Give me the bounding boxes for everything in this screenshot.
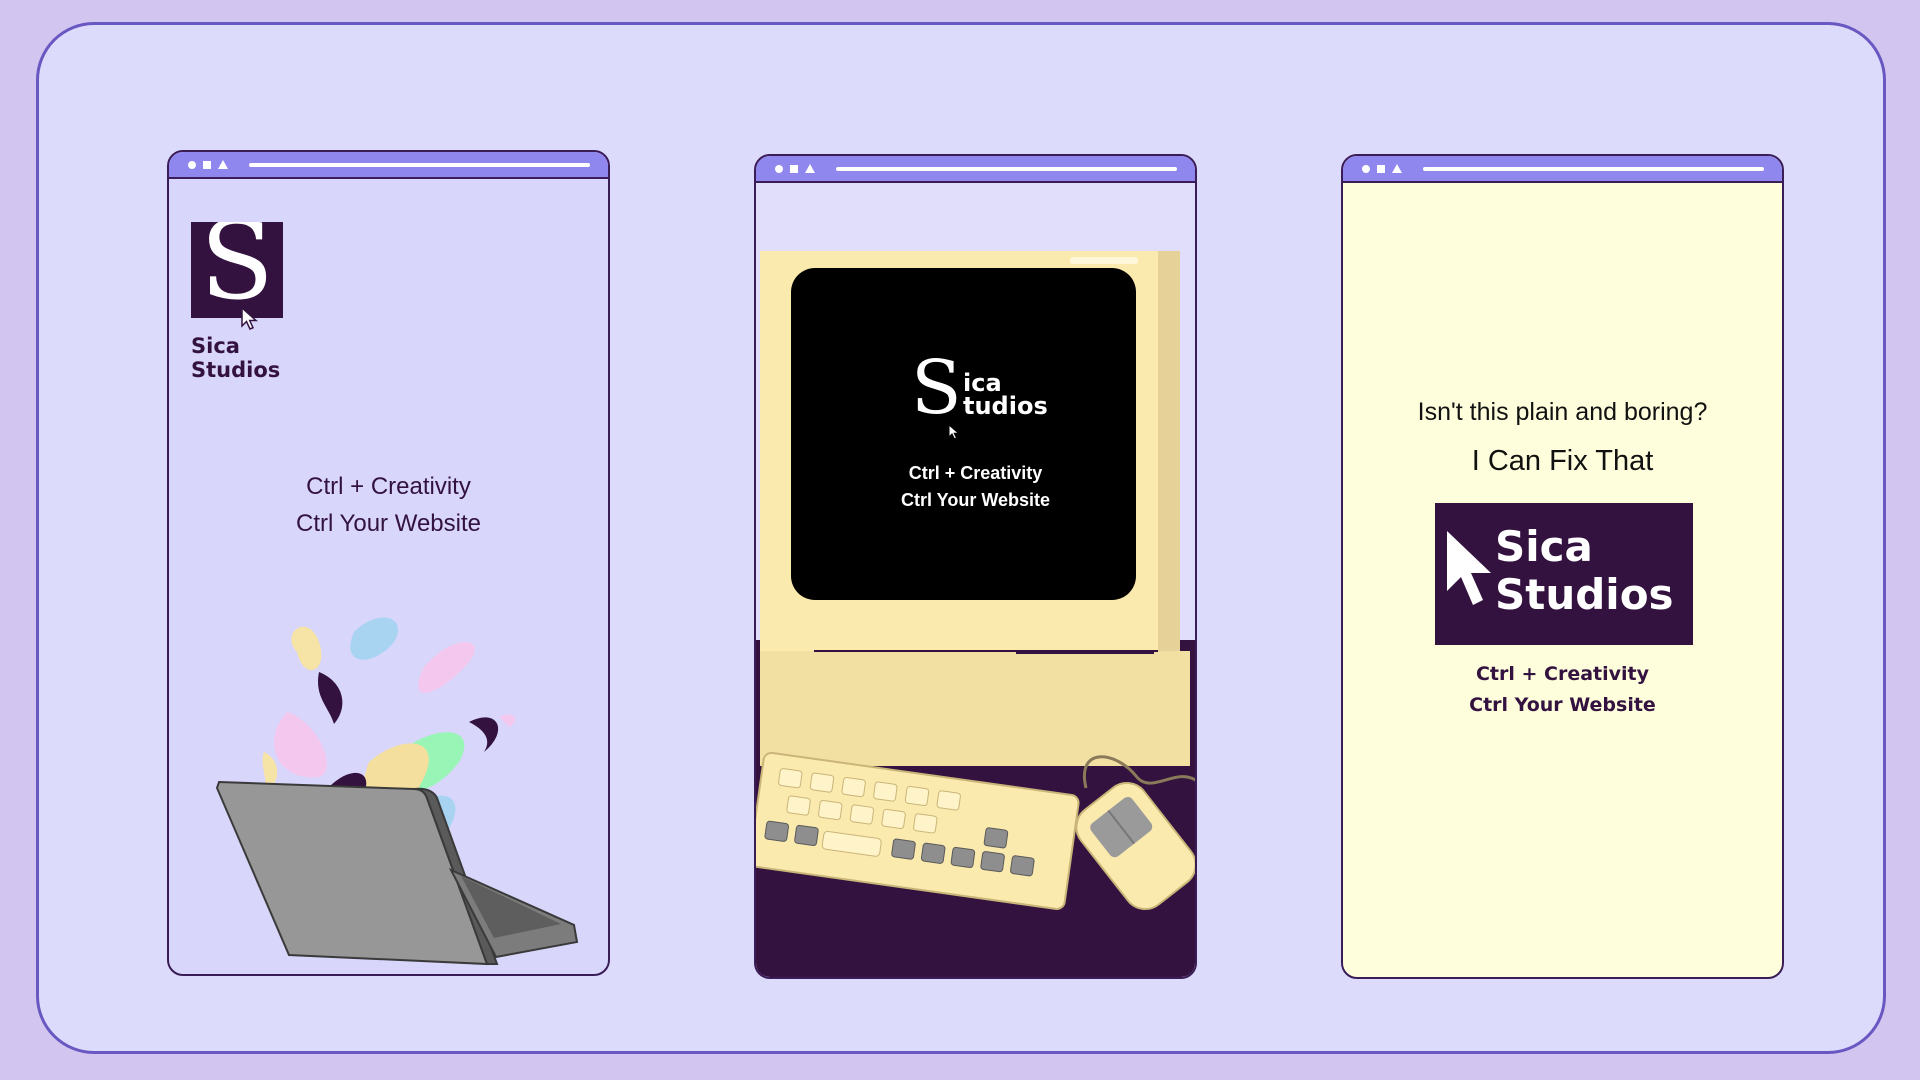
screen-tagline: Ctrl + Creativity Ctrl Your Website (756, 460, 1195, 514)
screen-logo-line2: tudios (963, 392, 1048, 420)
screen-logo: S ica tudios (911, 351, 1051, 431)
tagline-line2: Ctrl Your Website (1469, 694, 1656, 716)
brand-name-line2: Studios (191, 358, 281, 382)
window-titlebar (169, 152, 608, 179)
cursor-arrow-icon (241, 307, 258, 330)
tagline: Ctrl + Creativity Ctrl Your Website (169, 468, 608, 542)
brand-logo-mark: S (191, 222, 283, 318)
window-triangle-icon (218, 160, 228, 169)
address-bar (249, 163, 590, 167)
cursor-arrow-icon (948, 424, 960, 440)
cursor-arrow-icon (1447, 531, 1491, 605)
window-square-icon (1377, 165, 1385, 173)
window-titlebar (1343, 156, 1782, 183)
logo-monogram: S (200, 222, 274, 318)
window-dot-icon (775, 165, 783, 173)
brand-name-line1: Sica (1495, 522, 1593, 571)
window-square-icon (203, 161, 211, 169)
screen-tagline-line2: Ctrl Your Website (900, 490, 1051, 510)
screen-tagline-line1: Ctrl + Creativity (908, 463, 1043, 483)
browser-window-retro: S ica tudios Ctrl + Creativity Ctrl Your… (754, 154, 1197, 979)
screen-logo-monogram: S (911, 345, 962, 431)
browser-window-boring: Isn't this plain and boring? I Can Fix T… (1341, 154, 1784, 979)
window-dot-icon (1362, 165, 1370, 173)
brand-name: Sica Studios (191, 334, 341, 382)
brand-logo-banner: Sica Studios (1435, 503, 1693, 645)
brand-name-line2: Studios (1495, 570, 1674, 619)
brand-name: Sica Studios (1495, 523, 1674, 619)
window-titlebar (756, 156, 1195, 183)
window-triangle-icon (1392, 164, 1402, 173)
brand-name-line1: Sica (191, 334, 240, 358)
address-bar (1423, 167, 1764, 171)
laptop-splash-illustration (215, 617, 579, 966)
window-square-icon (790, 165, 798, 173)
window-dot-icon (188, 161, 196, 169)
retro-computer-illustration (756, 251, 1195, 977)
question-text: Isn't this plain and boring? (1417, 398, 1708, 426)
address-bar (836, 167, 1177, 171)
tagline-line1: Ctrl + Creativity (1475, 663, 1650, 685)
answer-text: I Can Fix That (1471, 445, 1654, 477)
window-triangle-icon (805, 164, 815, 173)
tagline-line1: Ctrl + Creativity (306, 473, 471, 500)
tagline-line2: Ctrl Your Website (296, 510, 481, 537)
browser-window-plain: S Sica Studios Ctrl + Creativity Ctrl Yo… (167, 150, 610, 976)
tagline: Ctrl + Creativity Ctrl Your Website (1343, 659, 1782, 721)
showcase-board: S Sica Studios Ctrl + Creativity Ctrl Yo… (36, 22, 1886, 1054)
